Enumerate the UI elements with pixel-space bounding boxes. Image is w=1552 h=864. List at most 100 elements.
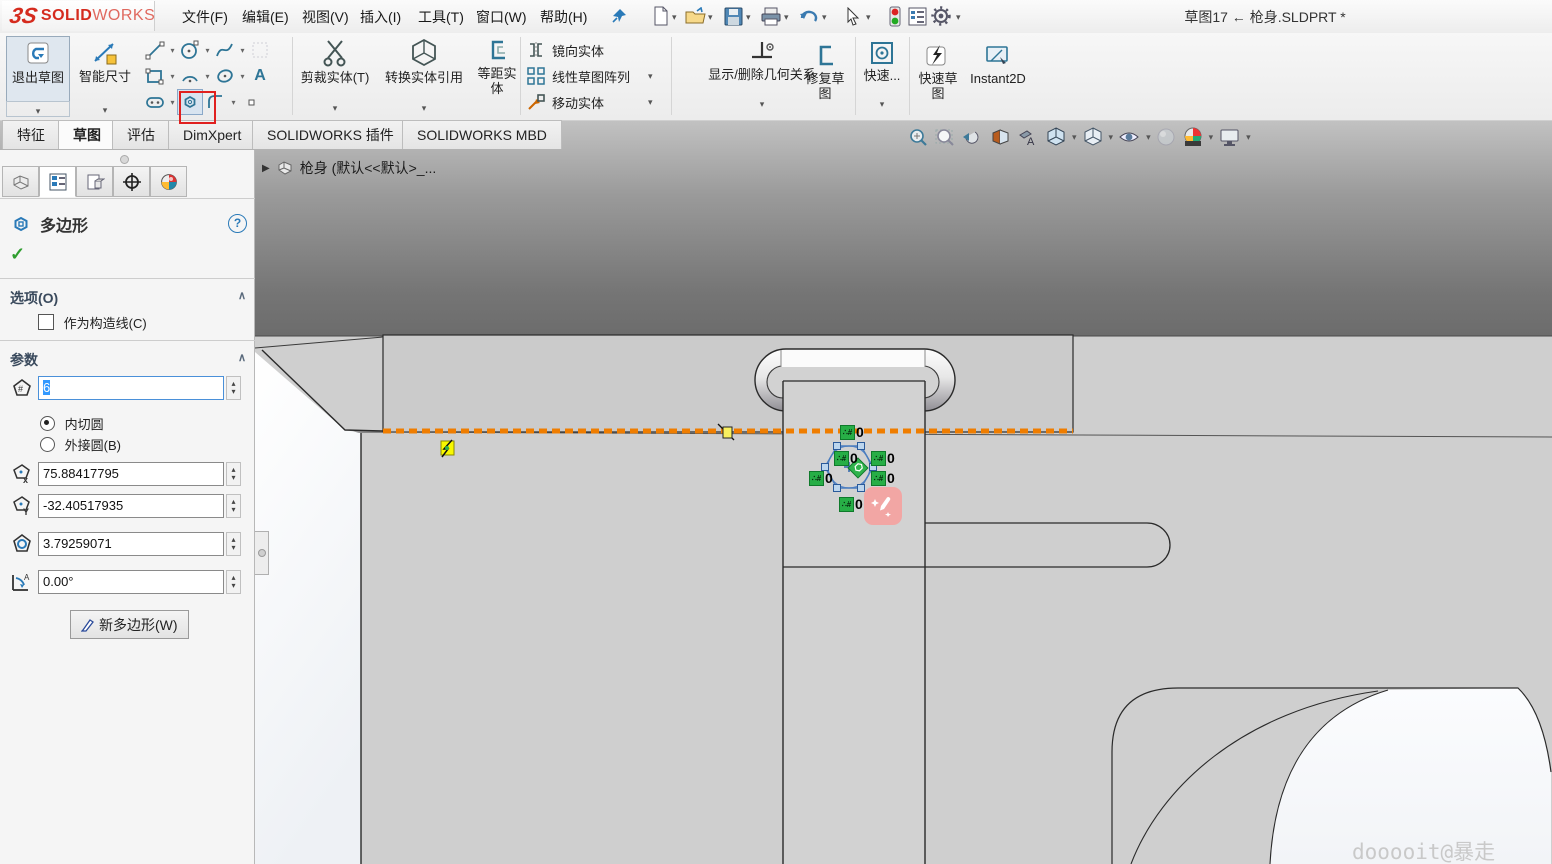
center-y-input[interactable]: -32.40517935 [38, 494, 224, 518]
configuration-manager-tab[interactable] [76, 166, 113, 197]
save-icon[interactable] [722, 4, 744, 28]
mirror-entities-button[interactable]: 镜向实体 [526, 40, 604, 60]
display-manager-tab[interactable] [150, 166, 187, 197]
rapid-sketch-button[interactable]: 快速草图 [912, 43, 964, 101]
parameters-collapse-chevron[interactable]: ∧ [238, 351, 246, 364]
trim-flyout[interactable]: ▾ [298, 99, 372, 113]
fillet-caret[interactable]: ▾ [229, 98, 238, 107]
text-tool[interactable]: A [247, 63, 273, 89]
new-document-icon[interactable] [650, 4, 672, 28]
menu-edit[interactable]: 编辑(E) [236, 6, 295, 28]
dimxpert-manager-tab[interactable] [113, 166, 150, 197]
previous-view-icon[interactable] [961, 127, 984, 148]
display-style-caret[interactable]: ▾ [1109, 132, 1114, 142]
circle-tool[interactable] [177, 37, 203, 63]
panel-splitter-handle[interactable] [255, 531, 269, 575]
section-view-icon[interactable] [989, 127, 1012, 148]
options-collapse-chevron[interactable]: ∧ [238, 289, 246, 302]
open-caret[interactable]: ▾ [708, 12, 713, 22]
zoom-area-icon[interactable] [934, 127, 956, 148]
arc-tool[interactable] [177, 63, 203, 89]
panel-resize-dot[interactable] [120, 155, 129, 164]
tab-evaluate[interactable]: 评估 [112, 120, 170, 149]
circle-diameter-spinner[interactable]: ▴▾ [226, 532, 241, 556]
smart-dimension-button[interactable]: 智能尺寸 [74, 36, 136, 100]
relation-badge[interactable]: ∴# 0 [871, 451, 895, 466]
rebuild-icon[interactable] [884, 4, 906, 28]
inscribed-radio[interactable] [40, 416, 55, 431]
spline-caret[interactable]: ▾ [238, 46, 247, 55]
convert-flyout[interactable]: ▾ [376, 99, 472, 113]
rectangle-caret[interactable]: ▾ [168, 72, 177, 81]
annotation-pen-overlay-icon[interactable] [864, 487, 902, 525]
construction-checkbox[interactable] [38, 314, 54, 330]
center-x-spinner[interactable]: ▴▾ [226, 462, 241, 486]
sides-count-input[interactable]: 6 [38, 376, 224, 400]
relation-badge[interactable]: ∴# 0 [809, 471, 833, 486]
point-tool[interactable] [238, 89, 264, 115]
tab-addins[interactable]: SOLIDWORKS 插件 [252, 120, 409, 149]
move-entities-button[interactable]: 移动实体 [526, 92, 604, 112]
slot-tool[interactable] [142, 89, 168, 115]
center-x-input[interactable]: 75.88417795 [38, 462, 224, 486]
settings-caret[interactable]: ▾ [956, 12, 961, 22]
view-orientation-icon[interactable] [1045, 126, 1067, 148]
menu-help[interactable]: 帮助(H) [534, 6, 593, 28]
ok-check-button[interactable]: ✓ [10, 244, 25, 265]
relation-badge[interactable]: ∴# 0 [834, 451, 858, 466]
property-manager-tab[interactable] [39, 166, 76, 197]
inscribed-radio-row[interactable]: 内切圆 [40, 414, 104, 433]
view-settings-icon[interactable] [1218, 127, 1241, 148]
feature-manager-tab[interactable] [2, 166, 39, 197]
exit-sketch-flyout[interactable]: ▾ [6, 101, 70, 117]
print-icon[interactable] [760, 4, 782, 28]
undo-caret[interactable]: ▾ [822, 12, 827, 22]
quick-snaps-flyout[interactable]: ▾ [858, 95, 906, 109]
new-polygon-button[interactable]: 新多边形(W) [70, 610, 189, 639]
print-caret[interactable]: ▾ [784, 12, 789, 22]
options-list-icon[interactable] [906, 4, 928, 28]
ellipse-caret[interactable]: ▾ [238, 72, 247, 81]
menu-window[interactable]: 窗口(W) [470, 6, 533, 28]
offset-entities-button[interactable]: 等距实体 [474, 38, 520, 96]
view-settings-caret[interactable]: ▾ [1246, 132, 1251, 142]
instant2d-button[interactable]: Instant2D [962, 43, 1034, 86]
tab-sketch[interactable]: 草图 [58, 120, 116, 149]
trim-entities-button[interactable]: 剪裁实体(T) [298, 38, 372, 85]
hide-show-items-icon[interactable] [1118, 127, 1141, 148]
construction-checkbox-row[interactable]: 作为构造线(C) [38, 313, 147, 332]
edit-appearance-icon[interactable] [1156, 127, 1177, 148]
apply-scene-caret[interactable]: ▾ [1209, 132, 1214, 142]
new-document-caret[interactable]: ▾ [672, 12, 677, 22]
breadcrumb[interactable]: ▶ 枪身 (默认<<默认>_... [262, 158, 436, 178]
line-tool[interactable] [142, 37, 168, 63]
annotation-view-icon[interactable]: A [1017, 127, 1040, 148]
spline-tool[interactable] [212, 37, 238, 63]
convert-entities-button[interactable]: 转换实体引用 [376, 38, 472, 85]
menu-view[interactable]: 视图(V) [296, 6, 355, 28]
ellipse-tool[interactable] [212, 63, 238, 89]
repair-sketch-button[interactable]: 修复草图 [796, 43, 854, 101]
smart-dimension-flyout[interactable]: ▾ [74, 101, 136, 115]
relation-badge[interactable]: ∴# 0 [840, 425, 864, 440]
sides-spinner[interactable]: ▴▾ [226, 376, 241, 400]
relation-badge[interactable]: ∴# 0 [871, 471, 895, 486]
center-y-spinner[interactable]: ▴▾ [226, 494, 241, 518]
line-caret[interactable]: ▾ [168, 46, 177, 55]
arc-caret[interactable]: ▾ [203, 72, 212, 81]
circumscribed-radio[interactable] [40, 437, 55, 452]
slot-caret[interactable]: ▾ [168, 98, 177, 107]
circle-caret[interactable]: ▾ [203, 46, 212, 55]
zoom-fit-icon[interactable] [908, 127, 929, 148]
settings-gear-icon[interactable] [930, 4, 952, 28]
linear-pattern-button[interactable]: 线性草图阵列 [526, 66, 630, 86]
apply-scene-icon[interactable] [1182, 126, 1204, 148]
circumscribed-radio-row[interactable]: 外接圆(B) [40, 435, 121, 454]
menu-insert[interactable]: 插入(I) [354, 6, 407, 28]
angle-input[interactable]: 0.00° [38, 570, 224, 594]
relation-badge[interactable]: ∴# 0 [839, 497, 863, 512]
exit-sketch-button[interactable]: 退出草图 [6, 36, 70, 102]
help-icon[interactable]: ? [228, 214, 247, 233]
menu-file[interactable]: 文件(F) [176, 6, 234, 28]
tab-dimxpert[interactable]: DimXpert [168, 120, 256, 149]
